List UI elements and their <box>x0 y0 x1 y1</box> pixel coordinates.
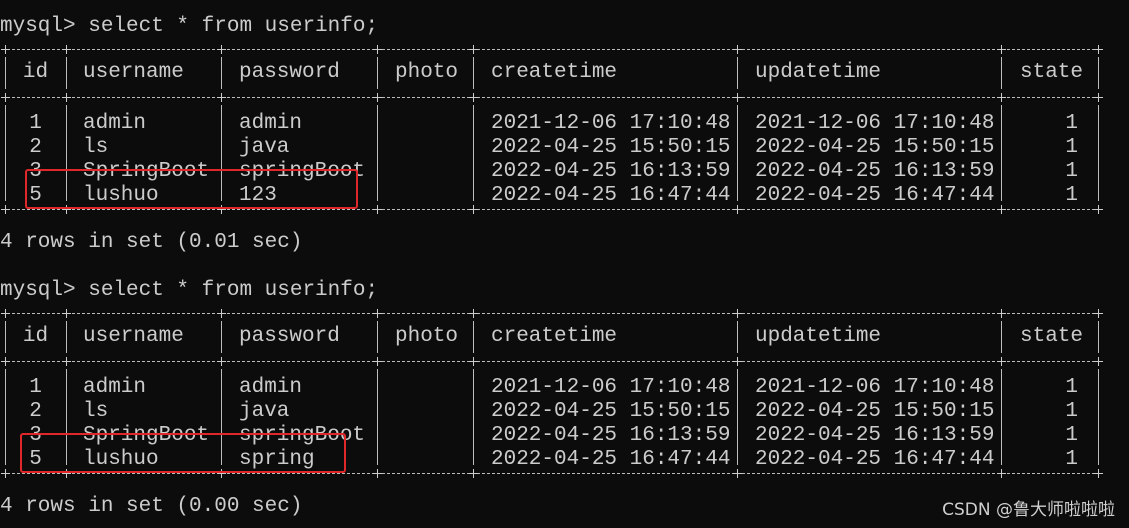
table-border <box>2 361 1100 362</box>
border-corner <box>373 357 382 366</box>
terminal-window[interactable]: mysql> select * from userinfo; id username… <box>0 0 1129 528</box>
column-separator <box>1098 369 1099 465</box>
column-separator <box>5 321 6 353</box>
column-separator <box>473 369 474 465</box>
border-corner <box>1 357 10 366</box>
border-corner <box>997 309 1006 318</box>
table-cell-id: 2 <box>29 400 42 423</box>
border-corner <box>62 309 71 318</box>
border-corner <box>217 357 226 366</box>
border-corner <box>733 309 742 318</box>
table-cell-updatetime: 2021-12-06 17:10:48 <box>755 376 995 399</box>
sql-command-line: mysql> select * from userinfo; <box>0 279 379 302</box>
column-separator <box>737 321 738 353</box>
border-corner <box>469 309 478 318</box>
table-cell-updatetime: 2022-04-25 16:13:59 <box>755 424 995 447</box>
column-separator <box>377 369 378 465</box>
result-summary: 4 rows in set (0.00 sec) <box>0 495 303 518</box>
csdn-watermark: CSDN @鲁大师啦啦啦 <box>942 500 1115 520</box>
table-cell-updatetime: 2022-04-25 16:47:44 <box>755 448 995 471</box>
table-cell-password: java <box>239 400 290 423</box>
table-cell-updatetime: 2022-04-25 15:50:15 <box>755 400 995 423</box>
border-corner <box>469 469 478 478</box>
column-separator <box>1001 321 1002 353</box>
column-header-updatetime: updatetime <box>755 325 882 348</box>
table-cell-state: 1 <box>1065 400 1078 423</box>
table-cell-photo <box>395 424 465 448</box>
border-corner <box>62 357 71 366</box>
table-cell-password: admin <box>239 376 303 399</box>
border-corner <box>1094 309 1103 318</box>
border-corner <box>1 469 10 478</box>
table-border <box>2 313 1100 314</box>
table-cell-username: admin <box>83 376 147 399</box>
border-corner <box>1 309 10 318</box>
table-border <box>2 473 1100 474</box>
table-cell-createtime: 2021-12-06 17:10:48 <box>491 376 731 399</box>
table-cell-state: 1 <box>1065 376 1078 399</box>
border-corner <box>1094 469 1103 478</box>
column-separator <box>473 321 474 353</box>
border-corner <box>1094 357 1103 366</box>
table-cell-photo <box>395 448 465 472</box>
table-cell-createtime: 2022-04-25 16:47:44 <box>491 448 731 471</box>
query-block: mysql> select * from userinfo; id username… <box>0 0 1129 528</box>
column-separator <box>66 321 67 353</box>
border-corner <box>469 357 478 366</box>
border-corner <box>217 309 226 318</box>
column-separator <box>1098 321 1099 353</box>
column-header-username: username <box>83 325 184 348</box>
border-corner <box>373 309 382 318</box>
column-separator <box>737 369 738 465</box>
highlight-box <box>20 433 346 473</box>
column-header-password: password <box>239 325 340 348</box>
table-cell-username: ls <box>83 400 109 423</box>
table-cell-photo <box>395 400 465 424</box>
column-separator <box>5 369 6 465</box>
column-separator <box>377 321 378 353</box>
table-cell-createtime: 2022-04-25 15:50:15 <box>491 400 731 423</box>
border-corner <box>373 469 382 478</box>
table-cell-state: 1 <box>1065 424 1078 447</box>
table-cell-photo <box>395 376 465 400</box>
border-corner <box>997 357 1006 366</box>
column-header-state: state <box>1020 325 1084 348</box>
column-header-id: id <box>22 325 49 348</box>
table-cell-state: 1 <box>1065 448 1078 471</box>
table-cell-createtime: 2022-04-25 16:13:59 <box>491 424 731 447</box>
table-cell-id: 1 <box>29 376 42 399</box>
column-separator <box>1001 369 1002 465</box>
border-corner <box>733 357 742 366</box>
column-header-createtime: createtime <box>491 325 618 348</box>
column-header-photo: photo <box>395 325 459 348</box>
